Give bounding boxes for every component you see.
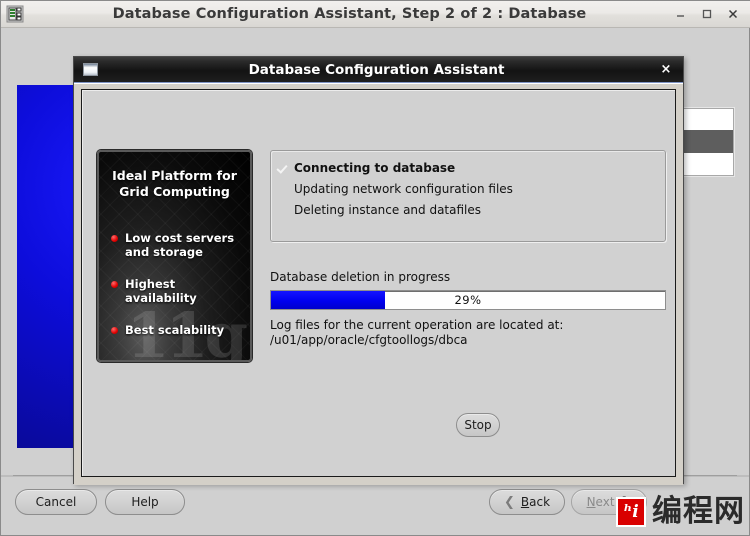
progress-percent-text: 29% xyxy=(454,293,482,307)
outer-window-title: Database Configuration Assistant, Step 2… xyxy=(112,6,587,22)
status-row: Deleting instance and datafiles xyxy=(277,199,657,220)
status-row-label: Updating network configuration files xyxy=(294,181,513,196)
promo-item-text: Low cost servers and storage xyxy=(125,231,234,259)
back-button-label: Back xyxy=(520,495,551,509)
modal-content-panel: 11g Ideal Platform for Grid Computing Lo… xyxy=(81,89,676,477)
promo-heading: Ideal Platform for Grid Computing xyxy=(109,168,240,199)
promo-item: Highest availability xyxy=(111,277,240,305)
log-location-note: Log files for the current operation are … xyxy=(270,318,670,349)
bullet-icon xyxy=(111,327,118,335)
cancel-button[interactable]: Cancel xyxy=(15,489,97,515)
check-icon-placeholder xyxy=(277,183,289,195)
status-row-label: Deleting instance and datafiles xyxy=(294,202,482,217)
status-row: Connecting to database xyxy=(277,157,657,178)
promo-heading-line1: Ideal Platform for xyxy=(112,168,237,183)
background-listbox[interactable] xyxy=(683,108,734,176)
maximize-icon[interactable] xyxy=(700,7,714,21)
promo-item-line2: and storage xyxy=(125,245,203,260)
promo-item-line1: Best scalability xyxy=(125,323,225,338)
status-row-label: Connecting to database xyxy=(294,160,456,175)
check-icon xyxy=(277,162,289,174)
modal-titlebar[interactable]: Database Configuration Assistant × xyxy=(74,57,683,83)
promo-item-line1: Low cost servers xyxy=(125,231,235,246)
window-controls xyxy=(674,7,750,21)
modal-close-icon[interactable]: × xyxy=(655,59,677,81)
bullet-icon xyxy=(111,281,118,289)
bullet-icon xyxy=(111,235,118,243)
promo-panel: 11g Ideal Platform for Grid Computing Lo… xyxy=(97,150,252,362)
check-icon-placeholder xyxy=(277,204,289,216)
promo-heading-line2: Grid Computing xyxy=(119,183,230,199)
next-button-label: Next xyxy=(586,495,615,509)
progress-bar: 29% xyxy=(270,290,666,310)
close-icon[interactable] xyxy=(726,7,740,21)
back-button[interactable]: ❮ Back xyxy=(489,489,565,515)
promo-item: Low cost servers and storage xyxy=(111,231,240,259)
database-app-icon xyxy=(5,4,25,24)
watermark: ʰⅰ 编程网 xyxy=(616,497,745,527)
status-row: Updating network configuration files xyxy=(277,178,657,199)
promo-item-line1: Highest availability xyxy=(125,277,197,306)
log-note-line2: /u01/app/oracle/cfgtoollogs/dbca xyxy=(270,333,468,348)
chevron-left-icon: ❮ xyxy=(503,494,515,510)
outer-titlebar[interactable]: Database Configuration Assistant, Step 2… xyxy=(1,1,750,28)
dcA-modal-dialog: Database Configuration Assistant × 11g I… xyxy=(73,56,684,485)
help-button[interactable]: Help xyxy=(105,489,185,515)
modal-title: Database Configuration Assistant xyxy=(248,61,505,78)
modal-body: 11g Ideal Platform for Grid Computing Lo… xyxy=(74,83,683,485)
operation-status-list: Connecting to database Updating network … xyxy=(270,150,666,242)
outer-window: Database Configuration Assistant, Step 2… xyxy=(0,0,750,536)
stop-button[interactable]: Stop xyxy=(456,413,500,437)
minimize-icon[interactable] xyxy=(674,7,688,21)
window-app-icon xyxy=(83,63,98,76)
watermark-logo-icon: ʰⅰ xyxy=(616,497,646,527)
log-note-line1: Log files for the current operation are … xyxy=(270,318,564,332)
background-listbox-selected-row[interactable] xyxy=(684,130,733,153)
promo-item: Best scalability xyxy=(111,323,240,337)
progress-label: Database deletion in progress xyxy=(270,270,451,284)
watermark-text: 编程网 xyxy=(652,494,745,529)
